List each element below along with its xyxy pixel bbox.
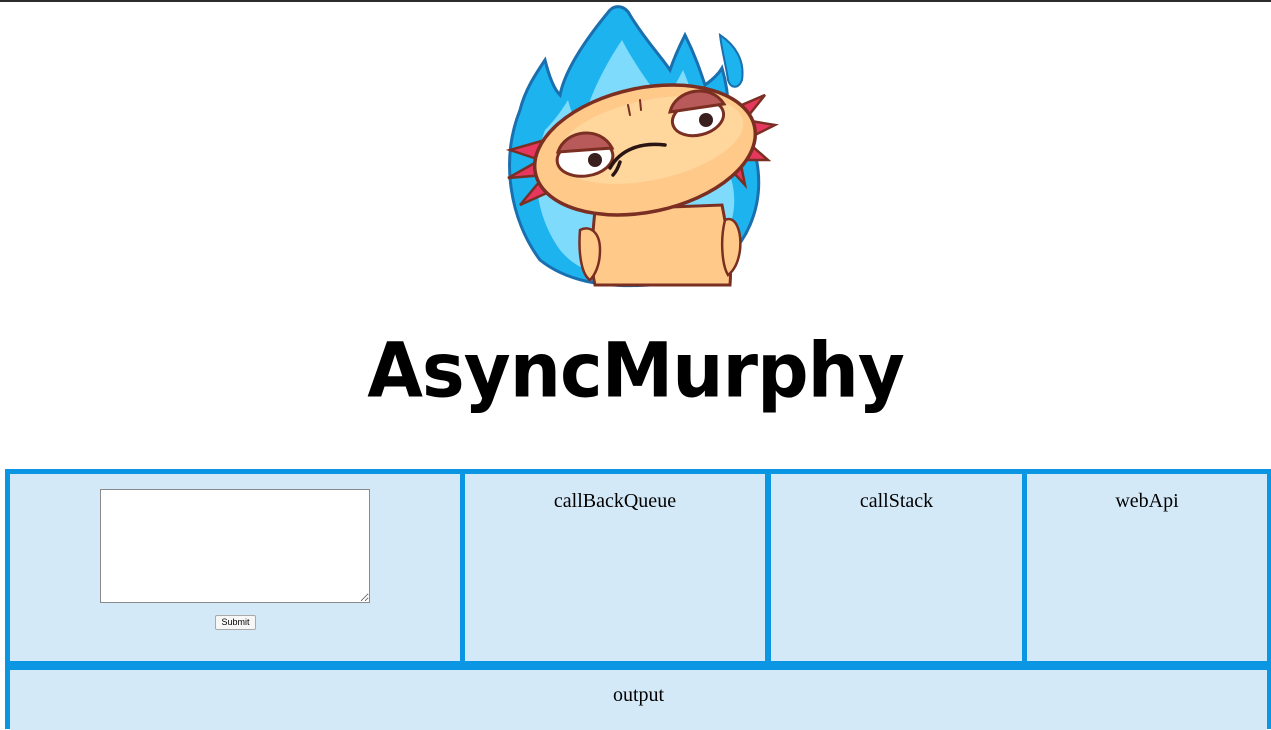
web-api-panel: webApi [1027, 474, 1267, 661]
submit-button[interactable]: Submit [215, 615, 256, 630]
output-label: output [612, 684, 665, 706]
code-textarea[interactable] [100, 489, 370, 603]
web-api-label: webApi [1115, 490, 1179, 512]
app-title: AsyncMurphy [367, 325, 905, 415]
callback-queue-label: callBackQueue [553, 490, 677, 512]
axolotl-mascot-icon [505, 5, 779, 288]
output-panel: output [10, 670, 1267, 730]
call-stack-label: callStack [859, 490, 934, 512]
event-loop-grid: Submit callBackQueue callStack webApi ou… [5, 469, 1271, 730]
code-input-panel: Submit [10, 474, 460, 661]
callback-queue-panel: callBackQueue [465, 474, 765, 661]
call-stack-panel: callStack [771, 474, 1022, 661]
